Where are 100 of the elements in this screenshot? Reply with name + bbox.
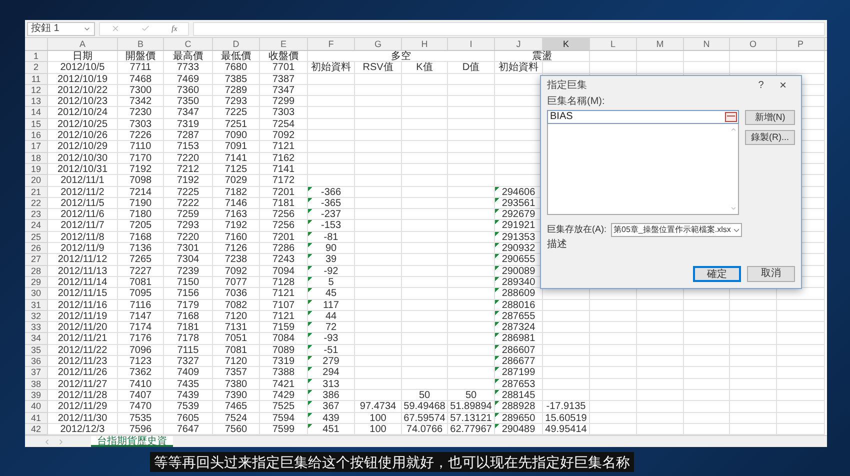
row-number: 38	[25, 378, 48, 390]
table-cell: 收盤價	[260, 51, 308, 62]
column-header[interactable]: K	[543, 38, 590, 50]
table-cell: -17.9135	[543, 401, 590, 412]
close-button[interactable]: ×	[771, 76, 795, 94]
table-cell: 7385	[213, 74, 260, 85]
empty-cell	[637, 322, 684, 334]
table-cell: 45	[308, 288, 355, 300]
table-cell: 7214	[118, 186, 164, 198]
row-number: 19	[25, 164, 48, 176]
table-cell: 7150	[164, 276, 213, 288]
function-button[interactable]: fx	[172, 22, 178, 34]
empty-cell	[402, 378, 448, 390]
empty-cell	[308, 141, 355, 153]
column-header[interactable]: D	[213, 38, 260, 50]
empty-cell	[777, 310, 825, 322]
column-header[interactable]: L	[590, 38, 637, 50]
row-number: 37	[25, 367, 48, 379]
macro-name-field[interactable]: BIAS	[547, 110, 739, 124]
column-header[interactable]: O	[730, 38, 777, 50]
cancel-icon[interactable]	[110, 24, 120, 33]
table-cell: 39	[308, 254, 355, 266]
empty-cell	[402, 107, 448, 119]
column-header[interactable]: H	[402, 38, 448, 50]
store-in-dropdown[interactable]: 第05章_操盤位置作示範檔案.xlsx	[610, 223, 742, 237]
table-cell: 初始資料	[308, 62, 355, 74]
table-cell: 7256	[260, 209, 308, 220]
column-header[interactable]: B	[118, 38, 164, 50]
scroll-up-icon[interactable]	[730, 126, 736, 133]
table-cell: 2012/10/5	[48, 62, 118, 74]
scroll-right-icon[interactable]	[57, 438, 65, 446]
table-cell: 367	[308, 401, 355, 412]
table-cell: 7125	[213, 164, 260, 176]
empty-cell	[590, 356, 637, 368]
table-cell: 7174	[118, 322, 164, 334]
table-cell: 7120	[213, 310, 260, 322]
macro-list[interactable]	[547, 124, 739, 215]
help-button[interactable]: ?	[751, 78, 771, 92]
dialog-button[interactable]: 錄製(R)...	[745, 130, 795, 145]
table-cell: 7390	[213, 390, 260, 402]
row-number: 1	[25, 51, 48, 62]
empty-cell	[402, 141, 448, 153]
table-cell: 7299	[260, 96, 308, 108]
table-cell: 7092	[213, 266, 260, 277]
column-header[interactable]: E	[260, 38, 308, 50]
table-cell: 7227	[118, 266, 164, 277]
table-cell: 2012/10/25	[48, 118, 118, 130]
table-cell: 2012/10/30	[48, 152, 118, 164]
table-cell: 7116	[118, 300, 164, 311]
table-cell: 7239	[164, 266, 213, 277]
table-cell: 7160	[213, 232, 260, 244]
dialog-button[interactable]: 取消	[747, 266, 795, 282]
table-cell: 7170	[118, 152, 164, 164]
formula-input[interactable]	[193, 22, 825, 36]
table-cell: 287655	[495, 310, 543, 322]
column-header[interactable]: F	[308, 38, 355, 50]
check-icon[interactable]	[141, 24, 150, 33]
empty-cell	[402, 118, 448, 130]
table-cell: 7201	[260, 232, 308, 244]
table-cell: 7147	[118, 310, 164, 322]
table-cell: 2012/10/26	[48, 130, 118, 142]
column-header[interactable]: A	[48, 38, 118, 50]
column-header[interactable]: P	[777, 38, 825, 50]
row-number: 12	[25, 84, 48, 96]
empty-cell	[684, 300, 730, 311]
table-cell: 7254	[260, 118, 308, 130]
table-cell: 7525	[260, 401, 308, 412]
empty-cell	[730, 412, 777, 424]
table-cell: 2012/11/30	[48, 412, 118, 424]
table-cell: 59.49468	[402, 401, 448, 412]
empty-cell	[308, 164, 355, 176]
table-cell: 7051	[213, 333, 260, 345]
column-header[interactable]: M	[637, 38, 684, 50]
table-cell: 7222	[164, 198, 213, 210]
table-cell: 451	[308, 424, 355, 436]
collapse-dialog-icon[interactable]	[725, 112, 737, 122]
row-number: 15	[25, 118, 48, 130]
scroll-down-icon[interactable]	[730, 205, 736, 212]
column-header[interactable]: G	[355, 38, 402, 50]
table-cell: 7410	[118, 378, 164, 390]
row-number: 21	[25, 186, 48, 198]
empty-cell	[402, 276, 448, 288]
table-cell: 7110	[118, 141, 164, 153]
empty-cell	[355, 152, 402, 164]
dialog-button[interactable]: 新增(N)	[745, 110, 795, 125]
column-header[interactable]: N	[684, 38, 730, 50]
column-header[interactable]: C	[164, 38, 213, 50]
table-cell: 7319	[164, 118, 213, 130]
scroll-left-icon[interactable]	[43, 438, 51, 446]
table-cell: 7163	[213, 209, 260, 220]
name-box[interactable]: 按鈕 1	[27, 22, 95, 36]
table-cell: 2012/10/29	[48, 141, 118, 153]
column-header[interactable]: I	[448, 38, 495, 50]
dialog-button[interactable]: 確定	[693, 266, 741, 282]
row-number: 25	[25, 232, 48, 244]
table-cell: 2012/11/28	[48, 390, 118, 402]
table-cell: 2012/10/23	[48, 96, 118, 108]
table-cell: 7121	[260, 310, 308, 322]
table-cell: 7300	[118, 84, 164, 96]
empty-cell	[590, 51, 637, 62]
